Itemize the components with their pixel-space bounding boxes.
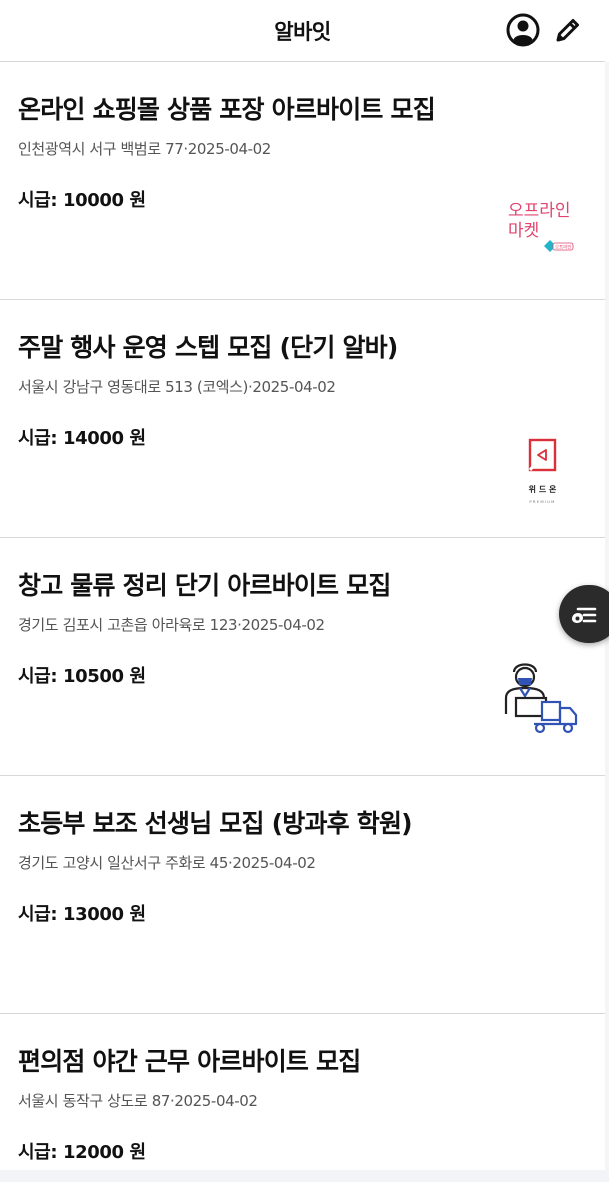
job-wage: 시급: 10500 원	[18, 666, 146, 687]
job-title: 창고 물류 정리 단기 아르바이트 모집	[18, 571, 391, 600]
logo-line-1: 위 드 온	[529, 484, 557, 494]
app-header: 알바잇	[0, 0, 605, 62]
job-title: 초등부 보조 선생님 모집 (방과후 학원)	[18, 809, 413, 838]
delivery-worker-icon	[498, 658, 582, 742]
job-location-date: 인천광역시 서구 백범로 77·2025-04-02	[18, 140, 271, 158]
logo-tag-text: 오프라인	[555, 244, 572, 251]
job-wage: 시급: 13000 원	[18, 904, 146, 925]
job-location-date: 서울시 강남구 영동대로 513 (코엑스)·2025-04-02	[18, 378, 336, 396]
job-location-date: 서울시 동작구 상도로 87·2025-04-02	[18, 1092, 258, 1110]
job-title: 주말 행사 운영 스텝 모집 (단기 알바)	[18, 333, 398, 362]
filter-list-icon	[572, 607, 597, 623]
job-card[interactable]: 주말 행사 운영 스텝 모집 (단기 알바) 서울시 강남구 영동대로 513 …	[0, 300, 605, 538]
bottom-bar	[0, 1170, 609, 1182]
job-list: 온라인 쇼핑몰 상품 포장 아르바이트 모집 인천광역시 서구 백범로 77·2…	[0, 62, 605, 1176]
job-card[interactable]: 초등부 보조 선생님 모집 (방과후 학원) 경기도 고양시 일산서구 주화로 …	[0, 776, 605, 1014]
logo-line-2: 마켓	[508, 221, 539, 241]
job-wage: 시급: 10000 원	[18, 190, 146, 211]
job-wage: 시급: 14000 원	[18, 428, 146, 449]
job-title: 편의점 야간 근무 아르바이트 모집	[18, 1047, 361, 1076]
logo-line-2: PREMIUM	[529, 499, 555, 504]
account-circle-icon[interactable]	[505, 12, 541, 48]
job-title: 온라인 쇼핑몰 상품 포장 아르바이트 모집	[18, 95, 436, 124]
job-card[interactable]: 온라인 쇼핑몰 상품 포장 아르바이트 모집 인천광역시 서구 백범로 77·2…	[0, 62, 605, 300]
filter-fab-button[interactable]	[559, 585, 609, 643]
job-location-date: 경기도 고양시 일산서구 주화로 45·2025-04-02	[18, 854, 316, 872]
pencil-icon[interactable]	[550, 12, 586, 48]
job-card[interactable]: 편의점 야간 근무 아르바이트 모집 서울시 동작구 상도로 87·2025-0…	[0, 1014, 605, 1176]
job-location-date: 경기도 김포시 고촌읍 아라육로 123·2025-04-02	[18, 616, 325, 634]
job-card[interactable]: 창고 물류 정리 단기 아르바이트 모집 경기도 김포시 고촌읍 아라육로 12…	[0, 538, 605, 776]
job-wage: 시급: 12000 원	[18, 1142, 146, 1163]
logo-line-1: 오프라인	[508, 201, 571, 221]
company-logo: 위 드 온 PREMIUM	[500, 428, 584, 512]
company-logo: 오프라인 마켓 오프라인	[498, 196, 582, 280]
